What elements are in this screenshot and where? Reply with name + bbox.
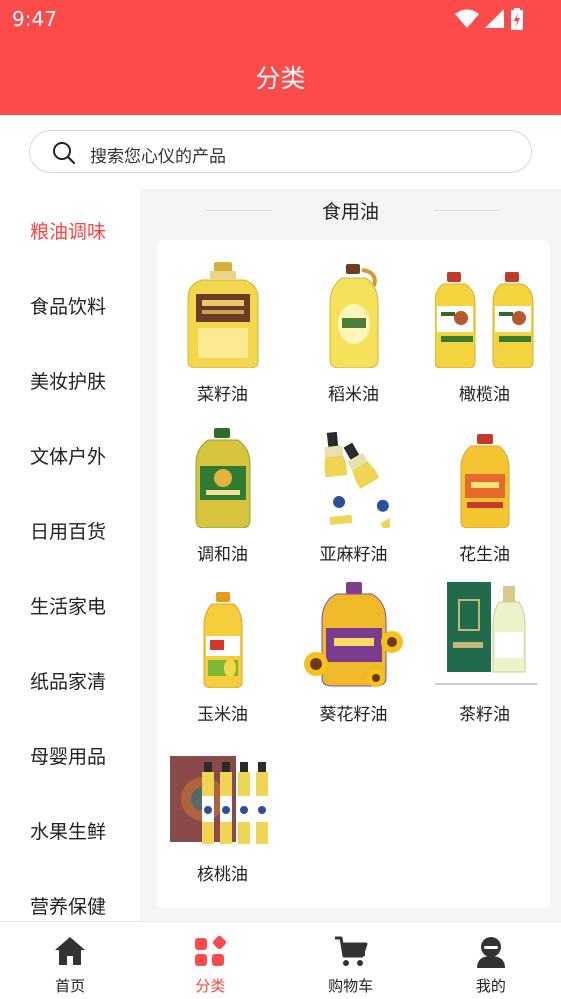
status-icons bbox=[455, 8, 523, 30]
sidebar-item-daily-goods[interactable]: 日用百货 bbox=[0, 489, 140, 564]
tab-home[interactable]: 首页 bbox=[0, 922, 140, 999]
product-item[interactable]: 玉米油 bbox=[157, 578, 288, 738]
product-item[interactable]: 茶籽油 bbox=[419, 578, 550, 738]
product-name: 葵花籽油 bbox=[319, 705, 388, 725]
product-name: 橄榄油 bbox=[459, 385, 510, 405]
tab-category[interactable]: 分类 bbox=[140, 922, 280, 999]
category-icon bbox=[195, 936, 227, 966]
sidebar-item-fresh-fruit[interactable]: 水果生鲜 bbox=[0, 789, 140, 864]
product-panel: 菜籽油 稻米油 橄榄油 调和油 亚麻籽油 花生油 玉米油 葵花籽油 茶籽油 核桃… bbox=[157, 240, 550, 908]
page-title: 分类 bbox=[255, 64, 306, 93]
product-item[interactable]: 稻米油 bbox=[288, 258, 419, 418]
cart-icon bbox=[334, 936, 368, 966]
product-name: 稻米油 bbox=[328, 385, 379, 405]
search-placeholder: 搜索您心仪的产品 bbox=[90, 147, 226, 167]
category-sidebar: 粮油调味 食品饮料 美妆护肤 文体户外 日用百货 生活家电 纸品家清 母婴用品 … bbox=[0, 189, 140, 922]
tea-seed-oil-box-icon bbox=[433, 578, 537, 688]
product-item[interactable]: 亚麻籽油 bbox=[288, 418, 419, 578]
product-item[interactable]: 花生油 bbox=[419, 418, 550, 578]
sidebar-item-grain-oil[interactable]: 粮油调味 bbox=[0, 189, 140, 264]
profile-icon bbox=[476, 937, 505, 968]
sidebar-item-food-drink[interactable]: 食品饮料 bbox=[0, 264, 140, 339]
product-item[interactable]: 调和油 bbox=[157, 418, 288, 578]
home-icon bbox=[55, 937, 86, 965]
product-item[interactable]: 葵花籽油 bbox=[288, 578, 419, 738]
tab-cart[interactable]: 购物车 bbox=[281, 922, 421, 999]
blended-oil-bottle-icon bbox=[171, 418, 275, 528]
heading-divider-left bbox=[206, 210, 272, 211]
walnut-oil-gift-box-icon bbox=[167, 738, 277, 848]
tab-profile[interactable]: 我的 bbox=[421, 922, 561, 999]
olive-oil-bottles-icon bbox=[433, 258, 537, 368]
product-item[interactable]: 核桃油 bbox=[157, 738, 288, 898]
tab-label: 我的 bbox=[475, 977, 506, 995]
rapeseed-oil-bottle-icon bbox=[171, 258, 275, 368]
signal-icon bbox=[485, 9, 504, 28]
product-name: 玉米油 bbox=[197, 705, 248, 725]
corn-oil-bottle-icon bbox=[171, 578, 275, 688]
status-time: 9:47 bbox=[12, 7, 57, 31]
sunflower-oil-bottle-icon bbox=[302, 578, 406, 688]
product-name: 核桃油 bbox=[197, 865, 248, 885]
sidebar-item-paper-cleaning[interactable]: 纸品家清 bbox=[0, 639, 140, 714]
heading-divider-right bbox=[434, 210, 500, 211]
page-header: 分类 bbox=[0, 38, 561, 115]
product-name: 茶籽油 bbox=[459, 705, 510, 725]
category-title: 食用油 bbox=[321, 201, 379, 223]
rice-bran-oil-bottle-icon bbox=[302, 258, 406, 368]
search-icon bbox=[53, 142, 76, 165]
product-name: 调和油 bbox=[197, 545, 248, 565]
sidebar-item-sports-outdoor[interactable]: 文体户外 bbox=[0, 414, 140, 489]
bottom-tab-bar: 首页 分类 购物车 我的 bbox=[0, 921, 561, 999]
battery-icon bbox=[511, 8, 523, 30]
search-bar: 搜索您心仪的产品 bbox=[0, 115, 561, 189]
product-item[interactable]: 菜籽油 bbox=[157, 258, 288, 418]
product-name: 菜籽油 bbox=[197, 385, 248, 405]
product-name: 亚麻籽油 bbox=[319, 545, 388, 565]
tab-label: 购物车 bbox=[328, 977, 374, 995]
wifi-icon bbox=[455, 9, 479, 28]
product-item[interactable]: 橄榄油 bbox=[419, 258, 550, 418]
sidebar-item-beauty[interactable]: 美妆护肤 bbox=[0, 339, 140, 414]
sidebar-item-appliances[interactable]: 生活家电 bbox=[0, 564, 140, 639]
category-content: 食用油 菜籽油 稻米油 橄榄油 调和油 亚麻籽油 花生油 玉米油 葵花籽油 茶籽… bbox=[140, 189, 561, 922]
search-input[interactable]: 搜索您心仪的产品 bbox=[29, 130, 532, 173]
product-grid: 菜籽油 稻米油 橄榄油 调和油 亚麻籽油 花生油 玉米油 葵花籽油 茶籽油 核桃… bbox=[157, 258, 550, 898]
product-name: 花生油 bbox=[459, 545, 510, 565]
status-bar: 9:47 bbox=[0, 0, 561, 38]
sidebar-item-health[interactable]: 营养保健 bbox=[0, 864, 140, 922]
tab-label: 分类 bbox=[195, 977, 226, 995]
tab-label: 首页 bbox=[55, 977, 86, 995]
peanut-oil-bottle-icon bbox=[433, 418, 537, 528]
category-heading: 食用油 bbox=[140, 197, 561, 224]
linseed-oil-bottles-icon bbox=[302, 418, 406, 528]
sidebar-item-baby[interactable]: 母婴用品 bbox=[0, 714, 140, 789]
